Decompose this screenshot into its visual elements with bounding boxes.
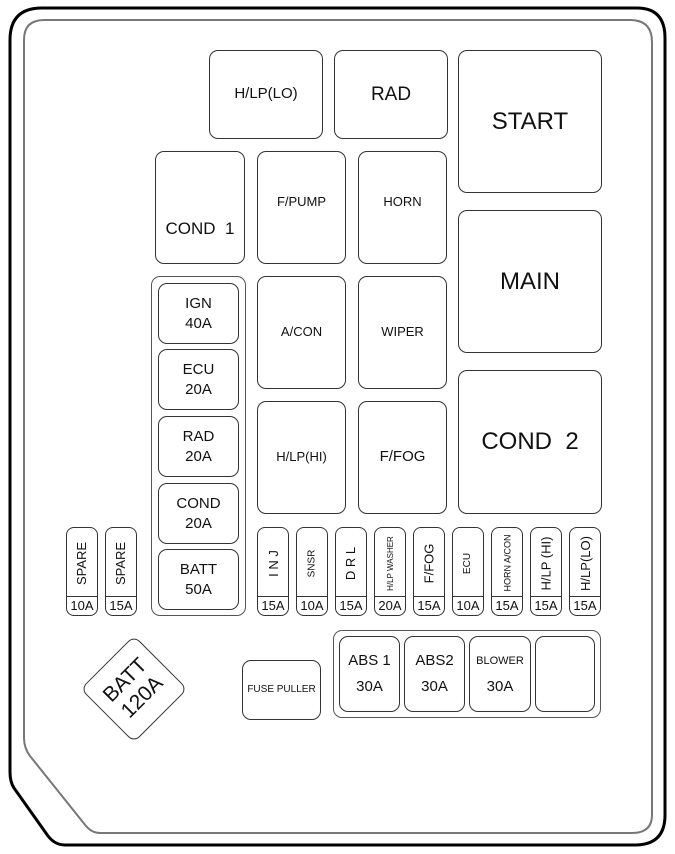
relay-label: COND 2 <box>481 428 579 455</box>
fuse-name: H/LP(LO) <box>577 535 593 591</box>
fuse-name: COND <box>176 494 221 512</box>
fusible-link-batt[interactable]: BATT 50A <box>158 549 239 610</box>
relay-label: H/LP(HI) <box>276 449 327 465</box>
fusible-link-ign[interactable]: IGN 40A <box>158 283 239 344</box>
fuse-rating: 15A <box>531 596 561 615</box>
fuse-ffog[interactable]: F/FOG 15A <box>413 527 445 616</box>
fuse-rating: 15A <box>336 596 366 615</box>
relay-cond1[interactable]: COND 1 <box>155 151 245 264</box>
spare-fuse-15a[interactable]: SPARE 15A <box>105 527 137 616</box>
fuse-name: H/LP (HI) <box>538 536 554 590</box>
fuse-inj[interactable]: I N J 15A <box>257 527 289 616</box>
fuse-rating: 15A <box>414 596 444 615</box>
fuse-hlp-washer[interactable]: H/LP WASHER 20A <box>374 527 406 616</box>
relay-label: F/FOG <box>379 448 426 466</box>
fuse-abs1[interactable]: ABS 1 30A <box>339 636 400 712</box>
relay-rad[interactable]: RAD <box>334 50 448 139</box>
relay-wiper[interactable]: WIPER <box>358 276 447 389</box>
fuse-rating: 20A <box>185 380 212 398</box>
relay-label: H/LP(LO) <box>234 85 298 103</box>
fuse-rating: 15A <box>106 596 136 615</box>
relay-hlp-lo[interactable]: H/LP(LO) <box>209 50 323 139</box>
fuse-rating: 10A <box>453 596 483 615</box>
relay-cond2[interactable]: COND 2 <box>458 370 602 514</box>
fuse-rating: 30A <box>421 678 448 695</box>
fuse-drl[interactable]: D R L 15A <box>335 527 367 616</box>
fuse-name: ABS 1 <box>348 652 391 669</box>
fuse-name: ABS2 <box>415 652 454 669</box>
relay-label: HORN <box>383 194 422 209</box>
fuse-hlp-hi[interactable]: H/LP (HI) 15A <box>530 527 562 616</box>
fuse-rating: 20A <box>185 447 212 465</box>
fuse-horn-acon[interactable]: HORN A/CON 15A <box>491 527 523 616</box>
fuse-name: SPARE <box>74 541 90 585</box>
main-fuse-batt-120a[interactable]: BATT 120A <box>80 635 188 743</box>
fuse-name: ECU <box>462 552 474 574</box>
fuse-name: F/FOG <box>421 543 437 583</box>
fuse-slot-empty[interactable] <box>535 636 595 712</box>
relay-horn[interactable]: HORN <box>358 151 447 264</box>
fuse-name: D R L <box>343 546 359 580</box>
fusible-link-cond[interactable]: COND 20A <box>158 483 239 544</box>
relay-label: WIPER <box>381 324 424 340</box>
relay-label: MAIN <box>500 267 560 295</box>
fuse-name: ECU <box>182 360 215 378</box>
relay-main[interactable]: MAIN <box>458 210 602 353</box>
relay-fpump[interactable]: F/PUMP <box>257 151 346 264</box>
fusible-link-ecu[interactable]: ECU 20A <box>158 349 239 410</box>
fuse-puller-label: FUSE PULLER <box>247 683 316 695</box>
fuse-rating: 15A <box>570 596 600 615</box>
fuse-name: H/LP WASHER <box>385 535 395 591</box>
relay-label: START <box>491 107 569 135</box>
fuse-rating: 30A <box>486 678 514 695</box>
fuse-rating: 40A <box>185 314 212 332</box>
fuse-rating: 15A <box>492 596 522 615</box>
fuse-rating: 15A <box>258 596 288 615</box>
fuse-name: SNSR <box>306 549 318 577</box>
relay-ffog[interactable]: F/FOG <box>358 401 447 514</box>
fuse-rating: 50A <box>185 580 212 598</box>
fuse-hlp-lo[interactable]: H/LP(LO) 15A <box>569 527 601 616</box>
fuse-abs2[interactable]: ABS2 30A <box>404 636 465 712</box>
fuse-puller[interactable]: FUSE PULLER <box>242 660 321 720</box>
fuse-rating: 30A <box>356 678 383 695</box>
relay-label: RAD <box>370 83 412 105</box>
fusible-link-rad[interactable]: RAD 20A <box>158 416 239 477</box>
spare-fuse-10a[interactable]: SPARE 10A <box>66 527 98 616</box>
fuse-name: I N J <box>265 549 281 577</box>
fuse-rating: 10A <box>67 596 97 615</box>
relay-hlp-hi[interactable]: H/LP(HI) <box>257 401 346 514</box>
fuse-name: BLOWER <box>476 655 524 667</box>
fuse-name: IGN <box>185 294 212 312</box>
fuse-blower[interactable]: BLOWER 30A <box>469 636 531 712</box>
relay-acon[interactable]: A/CON <box>257 276 346 389</box>
relay-label: A/CON <box>280 324 323 340</box>
fuse-name: HORN A/CON <box>502 534 513 592</box>
relay-label: F/PUMP <box>276 194 327 209</box>
relay-start[interactable]: START <box>458 50 602 193</box>
fuse-rating: 20A <box>375 596 405 615</box>
fuse-name: SPARE <box>113 541 129 585</box>
fuse-rating: 20A <box>185 514 212 532</box>
fuse-rating: 10A <box>297 596 327 615</box>
fuse-snsr[interactable]: SNSR 10A <box>296 527 328 616</box>
fuse-ecu[interactable]: ECU 10A <box>452 527 484 616</box>
relay-label: COND 1 <box>165 218 235 238</box>
fuse-name: RAD <box>182 427 215 445</box>
fuse-name: BATT <box>179 560 218 578</box>
